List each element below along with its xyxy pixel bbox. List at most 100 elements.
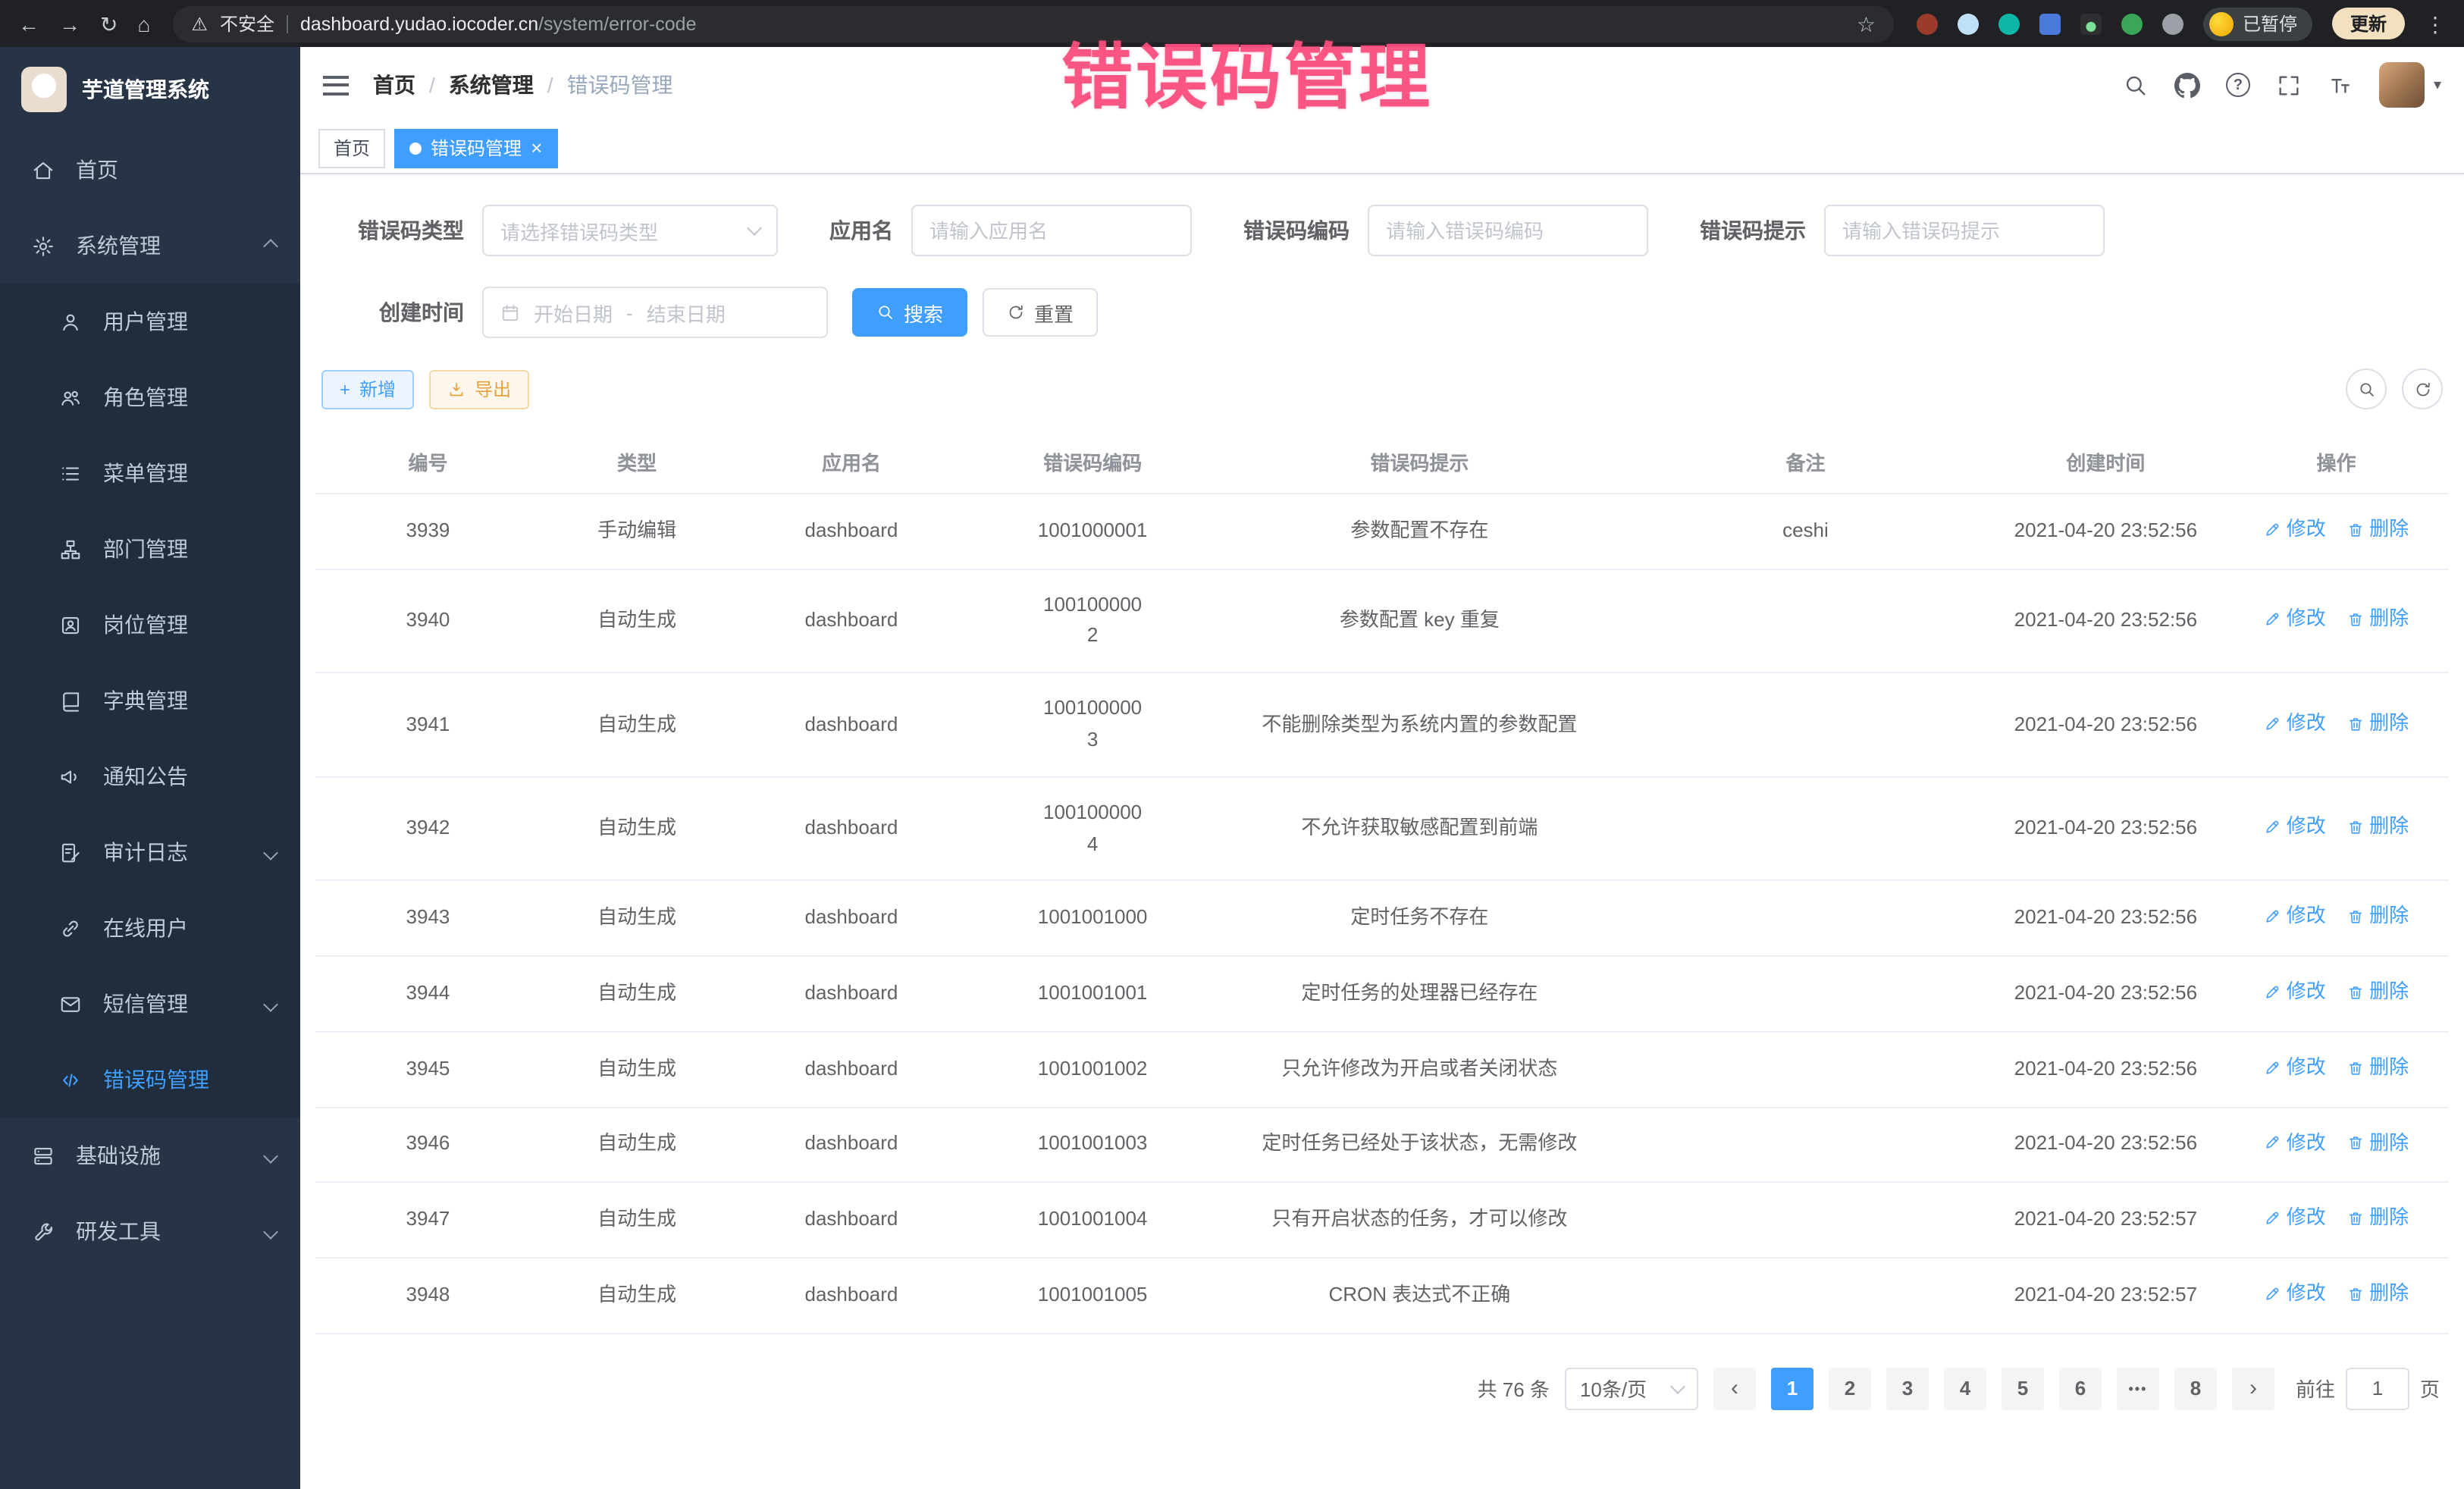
page-button-3[interactable]: 3	[1886, 1367, 1929, 1409]
page-button-4[interactable]: 4	[1944, 1367, 1986, 1409]
toggle-search-button[interactable]	[2346, 368, 2387, 409]
cell-app: dashboard	[733, 569, 969, 672]
page-button-8[interactable]: 8	[2174, 1367, 2217, 1409]
app-logo[interactable]: 芋道管理系统	[0, 47, 300, 132]
close-icon[interactable]: ×	[531, 138, 542, 158]
edit-button[interactable]: 修改	[2264, 1127, 2326, 1159]
delete-button[interactable]: 删除	[2346, 812, 2409, 844]
app-name-input[interactable]	[911, 205, 1192, 256]
delete-button[interactable]: 删除	[2346, 976, 2409, 1008]
prev-page-button[interactable]: ‹	[1713, 1367, 1756, 1409]
breadcrumb-section[interactable]: 系统管理	[449, 70, 534, 100]
delete-button[interactable]: 删除	[2346, 1278, 2409, 1310]
bookmark-star-icon[interactable]: ☆	[1857, 13, 1876, 34]
sidebar-item-infrastructure[interactable]: 基础设施	[0, 1118, 300, 1193]
create-time-range-picker[interactable]: 开始日期 - 结束日期	[482, 287, 828, 338]
extension-icon-3[interactable]	[1998, 13, 2020, 34]
page-button-5[interactable]: 5	[2002, 1367, 2044, 1409]
sidebar-item-label: 系统管理	[76, 230, 161, 261]
delete-button[interactable]: 删除	[2346, 1127, 2409, 1159]
code-value: 1001000004	[1041, 798, 1144, 860]
tab-error-code[interactable]: 错误码管理 ×	[394, 128, 557, 168]
delete-label: 删除	[2369, 1278, 2409, 1310]
error-code-input[interactable]	[1368, 205, 1648, 256]
page-button-2[interactable]: 2	[1829, 1367, 1871, 1409]
sidebar-item-label: 菜单管理	[103, 458, 188, 488]
sidebar-item-system-mgmt[interactable]: 系统管理	[0, 208, 300, 284]
delete-button[interactable]: 删除	[2346, 1052, 2409, 1084]
chevron-down-icon	[1670, 1378, 1685, 1393]
next-page-button[interactable]: ›	[2232, 1367, 2274, 1409]
extension-icon-1[interactable]	[1917, 13, 1938, 34]
code-value: 1001000001	[1038, 519, 1148, 541]
edit-button[interactable]: 修改	[2264, 603, 2326, 635]
delete-button[interactable]: 删除	[2346, 603, 2409, 635]
browser-home-icon[interactable]: ⌂	[137, 13, 150, 34]
more-pages-button[interactable]: •••	[2117, 1367, 2159, 1409]
delete-button[interactable]: 删除	[2346, 707, 2409, 739]
font-size-icon[interactable]	[2328, 72, 2353, 98]
goto-page-input[interactable]	[2346, 1367, 2409, 1409]
sidebar-item-online-users[interactable]: 在线用户	[0, 890, 300, 966]
sidebar-item-error-code[interactable]: 错误码管理	[0, 1042, 300, 1118]
page-button-1[interactable]: 1	[1771, 1367, 1814, 1409]
forward-icon[interactable]: →	[59, 13, 80, 34]
tab-home[interactable]: 首页	[318, 128, 385, 168]
back-icon[interactable]: ←	[18, 13, 39, 34]
sidebar-item-user-mgmt[interactable]: 用户管理	[0, 284, 300, 359]
extension-icon-2[interactable]	[1958, 13, 1979, 34]
export-button[interactable]: 导出	[429, 369, 529, 409]
user-menu[interactable]: ▾	[2379, 62, 2441, 108]
address-bar[interactable]: ⚠ 不安全 dashboard.yudao.iocoder.cn/system/…	[173, 5, 1894, 42]
sidebar-item-dev-tools[interactable]: 研发工具	[0, 1193, 300, 1269]
sidebar-item-post-mgmt[interactable]: 岗位管理	[0, 587, 300, 663]
page-button-6[interactable]: 6	[2059, 1367, 2102, 1409]
delete-button[interactable]: 删除	[2346, 1202, 2409, 1234]
refresh-button[interactable]	[2402, 368, 2443, 409]
sidebar-item-dict-mgmt[interactable]: 字典管理	[0, 663, 300, 738]
edit-button[interactable]: 修改	[2264, 1278, 2326, 1310]
delete-button[interactable]: 删除	[2346, 901, 2409, 933]
cell-ops: 修改 删除	[2224, 1032, 2449, 1107]
search-button[interactable]: 搜索	[852, 288, 967, 337]
edit-button[interactable]: 修改	[2264, 976, 2326, 1008]
browser-update-button[interactable]: 更新	[2332, 8, 2405, 39]
help-icon[interactable]: ?	[2226, 73, 2250, 97]
fullscreen-icon[interactable]	[2276, 72, 2302, 98]
sidebar-item-home[interactable]: 首页	[0, 132, 300, 208]
github-icon[interactable]	[2174, 72, 2200, 98]
edit-button[interactable]: 修改	[2264, 812, 2326, 844]
extension-icon-4[interactable]	[2039, 13, 2061, 34]
table-row: 3939 手动编辑 dashboard 1001000001 参数配置不存在 c…	[315, 494, 2449, 569]
delete-button[interactable]: 删除	[2346, 514, 2409, 546]
edit-button[interactable]: 修改	[2264, 707, 2326, 739]
sidebar-item-role-mgmt[interactable]: 角色管理	[0, 359, 300, 435]
search-icon[interactable]	[2123, 72, 2149, 98]
error-hint-input[interactable]	[1824, 205, 2105, 256]
pin-extension-icon[interactable]	[2162, 13, 2183, 34]
reset-button[interactable]: 重置	[983, 288, 1098, 337]
error-type-select[interactable]: 请选择错误码类型	[482, 205, 778, 256]
sidebar-item-notice[interactable]: 通知公告	[0, 738, 300, 814]
sidebar-item-dept-mgmt[interactable]: 部门管理	[0, 511, 300, 587]
sidebar-item-sms-mgmt[interactable]: 短信管理	[0, 966, 300, 1042]
sidebar-item-audit-log[interactable]: 审计日志	[0, 814, 300, 890]
sidebar-item-menu-mgmt[interactable]: 菜单管理	[0, 435, 300, 511]
add-button[interactable]: + 新增	[321, 369, 414, 409]
edit-button[interactable]: 修改	[2264, 901, 2326, 933]
table-row: 3948 自动生成 dashboard 1001001005 CRON 表达式不…	[315, 1258, 2449, 1333]
edit-button[interactable]: 修改	[2264, 514, 2326, 546]
edit-button[interactable]: 修改	[2264, 1202, 2326, 1234]
extension-icon-6[interactable]	[2121, 13, 2143, 34]
url-path: /system/error-code	[538, 13, 696, 34]
breadcrumb-home[interactable]: 首页	[373, 70, 415, 100]
page-size-select[interactable]: 10条/页	[1565, 1367, 1698, 1409]
edit-button[interactable]: 修改	[2264, 1052, 2326, 1084]
sidebar-toggle-icon[interactable]	[323, 75, 349, 95]
reload-icon[interactable]: ↻	[100, 13, 118, 34]
browser-menu-kebab-icon[interactable]: ⋮	[2425, 13, 2446, 34]
extension-icon-5[interactable]	[2080, 13, 2102, 34]
cell-remark	[1623, 1107, 1988, 1182]
browser-profile-chip[interactable]: 已暂停	[2203, 7, 2312, 40]
code-value: 1001001005	[1038, 1283, 1148, 1306]
